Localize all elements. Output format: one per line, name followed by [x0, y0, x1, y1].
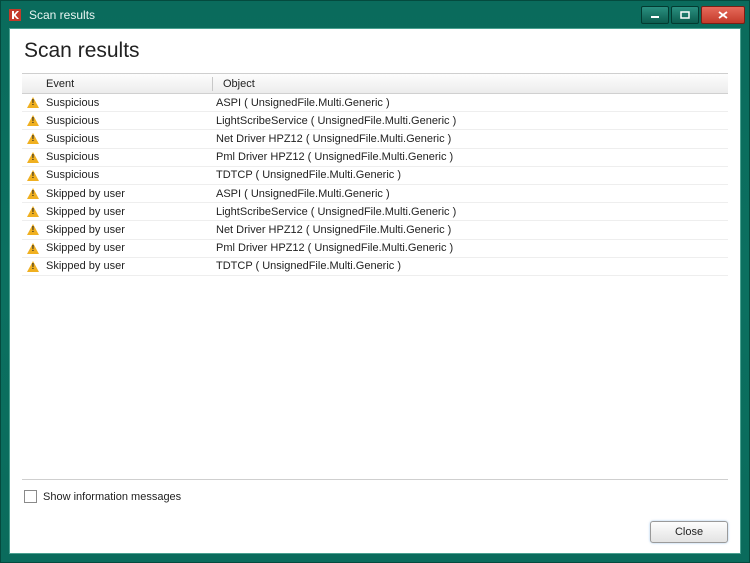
- table-row[interactable]: SuspiciousTDTCP ( UnsignedFile.Multi.Gen…: [22, 167, 728, 185]
- warning-icon: [27, 206, 39, 217]
- event-cell: Suspicious: [44, 169, 212, 181]
- app-window: Scan results Scan results Event: [0, 0, 750, 563]
- maximize-icon: [680, 11, 690, 19]
- checkbox-icon[interactable]: [24, 490, 37, 503]
- table-row[interactable]: SuspiciousASPI ( UnsignedFile.Multi.Gene…: [22, 94, 728, 112]
- row-icon-cell: [22, 243, 44, 254]
- table-row[interactable]: SuspiciousLightScribeService ( UnsignedF…: [22, 112, 728, 130]
- column-divider[interactable]: [212, 77, 213, 91]
- minimize-icon: [650, 11, 660, 19]
- object-cell: Pml Driver HPZ12 ( UnsignedFile.Multi.Ge…: [212, 242, 728, 254]
- warning-icon: [27, 243, 39, 254]
- table-header: Event Object: [22, 74, 728, 94]
- event-cell: Suspicious: [44, 115, 212, 127]
- object-cell: LightScribeService ( UnsignedFile.Multi.…: [212, 115, 728, 127]
- row-icon-cell: [22, 188, 44, 199]
- show-info-label: Show information messages: [43, 491, 181, 503]
- event-cell: Skipped by user: [44, 260, 212, 272]
- event-cell: Skipped by user: [44, 206, 212, 218]
- show-info-checkbox-wrap[interactable]: Show information messages: [24, 490, 181, 503]
- table-row[interactable]: SuspiciousNet Driver HPZ12 ( UnsignedFil…: [22, 130, 728, 148]
- button-row: Close: [22, 521, 728, 543]
- page-title: Scan results: [24, 39, 728, 63]
- row-icon-cell: [22, 115, 44, 126]
- table-row[interactable]: Skipped by userLightScribeService ( Unsi…: [22, 203, 728, 221]
- close-icon: [718, 11, 728, 19]
- row-icon-cell: [22, 152, 44, 163]
- event-cell: Suspicious: [44, 151, 212, 163]
- table-row[interactable]: Skipped by userNet Driver HPZ12 ( Unsign…: [22, 221, 728, 239]
- table-body[interactable]: SuspiciousASPI ( UnsignedFile.Multi.Gene…: [22, 94, 728, 479]
- titlebar[interactable]: Scan results: [1, 1, 749, 28]
- table-row[interactable]: Skipped by userASPI ( UnsignedFile.Multi…: [22, 185, 728, 203]
- footer-row: Show information messages: [22, 490, 728, 503]
- window-close-button[interactable]: [701, 6, 745, 24]
- table-row[interactable]: Skipped by userTDTCP ( UnsignedFile.Mult…: [22, 258, 728, 276]
- object-cell: Pml Driver HPZ12 ( UnsignedFile.Multi.Ge…: [212, 151, 728, 163]
- results-table: Event Object SuspiciousASPI ( UnsignedFi…: [22, 73, 728, 480]
- row-icon-cell: [22, 206, 44, 217]
- warning-icon: [27, 115, 39, 126]
- column-header-object[interactable]: Object: [219, 78, 728, 90]
- event-cell: Skipped by user: [44, 188, 212, 200]
- event-cell: Suspicious: [44, 97, 212, 109]
- warning-icon: [27, 152, 39, 163]
- warning-icon: [27, 97, 39, 108]
- warning-icon: [27, 261, 39, 272]
- warning-icon: [27, 170, 39, 181]
- kaspersky-logo-icon: [7, 7, 23, 23]
- warning-icon: [27, 188, 39, 199]
- warning-icon: [27, 133, 39, 144]
- maximize-button[interactable]: [671, 6, 699, 24]
- row-icon-cell: [22, 133, 44, 144]
- object-cell: LightScribeService ( UnsignedFile.Multi.…: [212, 206, 728, 218]
- minimize-button[interactable]: [641, 6, 669, 24]
- row-icon-cell: [22, 261, 44, 272]
- row-icon-cell: [22, 224, 44, 235]
- object-cell: TDTCP ( UnsignedFile.Multi.Generic ): [212, 260, 728, 272]
- object-cell: Net Driver HPZ12 ( UnsignedFile.Multi.Ge…: [212, 133, 728, 145]
- event-cell: Suspicious: [44, 133, 212, 145]
- window-title: Scan results: [29, 8, 641, 22]
- object-cell: Net Driver HPZ12 ( UnsignedFile.Multi.Ge…: [212, 224, 728, 236]
- window-controls: [641, 6, 745, 24]
- close-button[interactable]: Close: [650, 521, 728, 543]
- warning-icon: [27, 224, 39, 235]
- column-header-event[interactable]: Event: [44, 78, 212, 90]
- event-cell: Skipped by user: [44, 242, 212, 254]
- row-icon-cell: [22, 97, 44, 108]
- table-row[interactable]: SuspiciousPml Driver HPZ12 ( UnsignedFil…: [22, 149, 728, 167]
- table-row[interactable]: Skipped by userPml Driver HPZ12 ( Unsign…: [22, 240, 728, 258]
- object-cell: TDTCP ( UnsignedFile.Multi.Generic ): [212, 169, 728, 181]
- object-cell: ASPI ( UnsignedFile.Multi.Generic ): [212, 188, 728, 200]
- content-area: Scan results Event Object SuspiciousASPI…: [9, 28, 741, 554]
- object-cell: ASPI ( UnsignedFile.Multi.Generic ): [212, 97, 728, 109]
- row-icon-cell: [22, 170, 44, 181]
- event-cell: Skipped by user: [44, 224, 212, 236]
